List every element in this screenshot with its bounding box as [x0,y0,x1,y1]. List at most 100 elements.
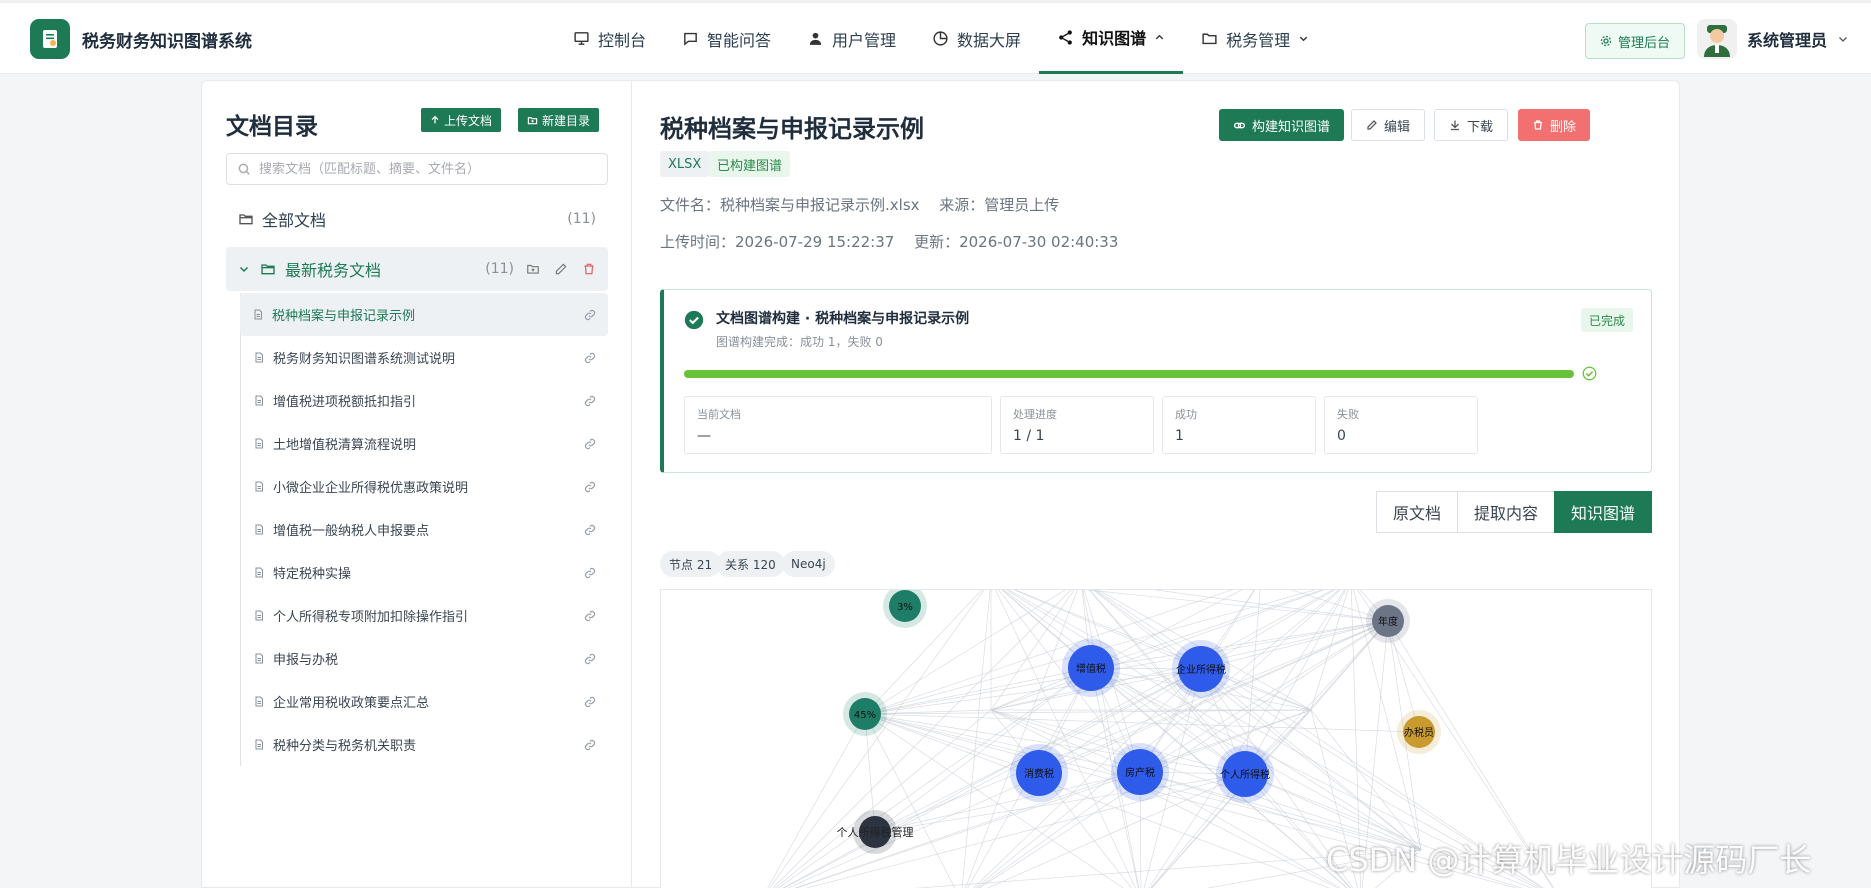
user-icon [809,32,822,45]
nav-dashboard[interactable]: 控制台 [555,3,664,74]
time-info: 上传时间：2026-07-29 15:22:37 更新：2026-07-30 0… [660,233,1119,251]
graph-edge [864,667,1092,715]
chevron-up-icon [1155,34,1164,39]
tree-all-documents[interactable]: 全部文档 (11) [226,199,608,239]
upload-document-button[interactable]: 上传文档 [421,108,502,132]
link-icon[interactable] [584,395,596,407]
document-list: 税种档案与申报记录示例税务财务知识图谱系统测试说明 增值税进项税额抵扣指引 土地增值… [240,293,608,766]
link-icon[interactable] [584,739,596,751]
document-item[interactable]: 税种档案与申报记录示例 [240,293,608,336]
stat-label: 失败 [1337,408,1359,421]
folder-add-icon[interactable] [526,262,540,276]
graph-edge [864,713,956,888]
search-input[interactable] [259,161,597,177]
edit-icon [1367,120,1377,130]
document-item[interactable]: 增值税一般纳税人申报要点 [241,508,608,551]
chevron-down-icon [239,266,249,273]
file-icon [255,438,263,449]
document-title: 税种档案与申报记录示例 [660,115,924,143]
node-count-pill: 节点 21 [660,551,722,577]
download-button[interactable]: 下载 [1434,109,1509,141]
document-item-title: 税种分类与税务机关职责 [273,739,417,754]
link-icon [1233,122,1246,128]
trash-icon[interactable] [582,262,596,276]
link-icon[interactable] [584,610,596,622]
download-label: 下载 [1467,119,1494,135]
link-icon[interactable] [584,309,596,321]
nav-knowledge-graph[interactable]: 知识图谱 [1039,3,1184,74]
link-icon[interactable] [584,481,596,493]
file-icon [255,610,263,621]
file-icon [255,696,263,707]
build-graph-button[interactable]: 构建知识图谱 [1219,109,1345,141]
graph-node-label: 年度 [1378,615,1398,628]
chevron-down-icon [1839,37,1847,42]
user-menu[interactable]: 系统管理员 [1697,19,1849,59]
build-graph-label: 构建知识图谱 [1252,119,1331,135]
document-item[interactable]: 土地增值税清算流程说明 [241,422,608,465]
nav-label: 智能问答 [707,30,772,50]
nav-data-screen[interactable]: 数据大屏 [914,3,1039,74]
stat-progress: 处理进度 1 / 1 [1000,396,1154,454]
admin-console-button[interactable]: 管理后台 [1585,23,1686,59]
link-icon[interactable] [584,524,596,536]
stat-failed: 失败 0 [1324,396,1478,454]
document-item[interactable]: 增值税进项税额抵扣指引 [241,379,608,422]
document-item[interactable]: 个人所得税专项附加扣除操作指引 [241,594,608,637]
nav-qa[interactable]: 智能问答 [664,3,789,74]
link-icon[interactable] [584,438,596,450]
graph-edge [1082,590,1140,888]
file-icon [255,567,263,578]
build-progress-fill [684,370,1574,378]
new-folder-button[interactable]: 新建目录 [518,108,600,132]
stat-label: 处理进度 [1013,408,1057,421]
graph-status-tag: 已构建图谱 [709,151,791,177]
main-nav: 控制台 智能问答 用户管理 数据大屏 知识图谱 税务管理 [555,3,1327,74]
edit-button[interactable]: 编辑 [1351,109,1426,141]
user-name: 系统管理员 [1747,31,1828,50]
delete-button[interactable]: 删除 [1518,109,1591,141]
link-icon[interactable] [584,567,596,579]
new-folder-label: 新建目录 [542,113,591,128]
view-tabs: 原文档 提取内容 知识图谱 [1376,491,1653,533]
file-icon [254,309,262,320]
file-icon [255,524,263,535]
link-icon[interactable] [584,696,596,708]
graph-node-label: 消费税 [1024,767,1054,780]
tab-extracted[interactable]: 提取内容 [1457,491,1556,533]
brand[interactable]: 税务财务知识图谱系统 [30,19,252,59]
document-item-title: 企业常用税收政策要点汇总 [273,696,430,711]
edit-icon[interactable] [554,262,568,276]
tree-folder-count: (11) [485,261,514,277]
file-icon [255,352,263,363]
document-item[interactable]: 小微企业企业所得税优惠政策说明 [241,465,608,508]
document-item[interactable]: 税种分类与税务机关职责 [241,723,608,766]
document-item[interactable]: 申报与办税 [241,637,608,680]
file-icon [255,395,263,406]
document-item-title: 小微企业企业所得税优惠政策说明 [273,481,469,496]
stat-current-document: 当前文档 — [684,396,992,454]
nav-tax-management[interactable]: 税务管理 [1183,3,1327,74]
stat-success: 成功 1 [1162,396,1316,454]
link-icon[interactable] [584,653,596,665]
document-sidebar: 文档目录 上传文档 新建目录 全部文档 (11) 最新税务文档 (11) [202,81,632,888]
document-item[interactable]: 税务财务知识图谱系统测试说明 [241,336,608,379]
stat-value: 1 / 1 [1013,428,1045,444]
tree-folder-label: 最新税务文档 [285,261,382,280]
document-search[interactable] [226,153,608,185]
document-item-title: 税种档案与申报记录示例 [272,309,416,324]
document-item[interactable]: 企业常用税收政策要点汇总 [241,680,608,723]
upload-icon [431,115,439,124]
link-icon[interactable] [584,352,596,364]
nav-users[interactable]: 用户管理 [789,3,914,74]
pie-chart-icon [933,31,948,46]
tab-original[interactable]: 原文档 [1376,491,1459,533]
graph-edge [961,590,991,888]
tree-folder-latest[interactable]: 最新税务文档 (11) [226,247,608,291]
gear-icon [1600,35,1612,47]
build-status-badge: 已完成 [1580,308,1633,332]
document-item[interactable]: 特定税种实操 [241,551,608,594]
build-progress-card: 文档图谱构建 · 税种档案与申报记录示例 图谱构建完成：成功 1，失败 0 已完… [660,289,1652,473]
graph-node-label: 企业所得税 [1176,663,1226,676]
tab-knowledge-graph[interactable]: 知识图谱 [1554,491,1653,533]
